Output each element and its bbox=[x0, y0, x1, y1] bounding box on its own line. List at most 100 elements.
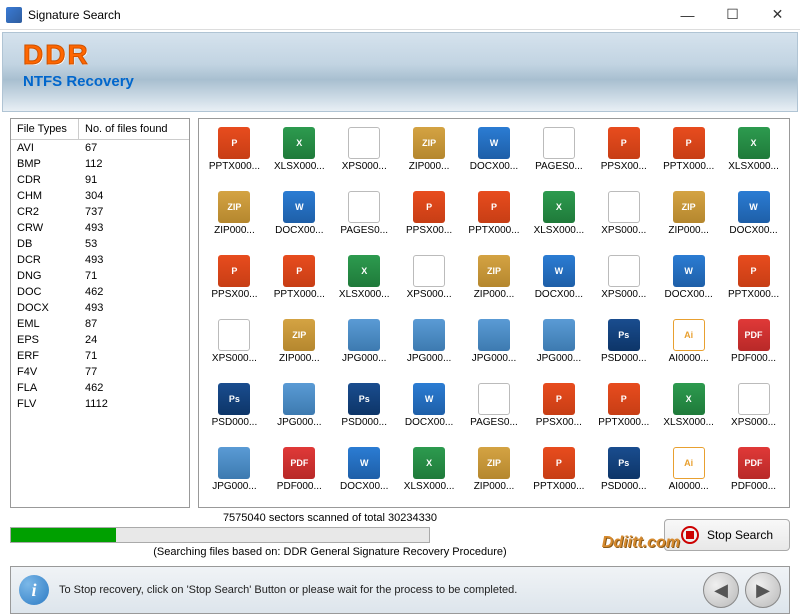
forward-button[interactable]: ▶ bbox=[745, 572, 781, 608]
file-item[interactable]: JPG000... bbox=[203, 447, 266, 507]
file-item[interactable]: ZIPZIP000... bbox=[268, 319, 331, 379]
file-item[interactable]: XPS000... bbox=[398, 255, 461, 315]
footer-bar: i To Stop recovery, click on 'Stop Searc… bbox=[10, 566, 790, 614]
file-item[interactable]: PAGES0... bbox=[463, 383, 526, 443]
file-item[interactable]: PPPSX00... bbox=[592, 127, 655, 187]
file-item[interactable]: XXLSX000... bbox=[657, 383, 720, 443]
file-label: PPTX000... bbox=[465, 225, 523, 236]
xps-icon bbox=[738, 383, 770, 415]
file-item[interactable]: PDFPDF000... bbox=[722, 319, 785, 379]
file-item[interactable]: XPS000... bbox=[203, 319, 266, 379]
file-item[interactable]: PDFPDF000... bbox=[722, 447, 785, 507]
file-item[interactable]: PPPTX000... bbox=[463, 191, 526, 251]
file-item[interactable]: PsPSD000... bbox=[592, 319, 655, 379]
pages-icon bbox=[348, 191, 380, 223]
file-item[interactable]: ZIPZIP000... bbox=[203, 191, 266, 251]
file-label: PPSX00... bbox=[595, 161, 653, 172]
file-label: PSD000... bbox=[335, 417, 393, 428]
psd-icon: Ps bbox=[608, 447, 640, 479]
file-item[interactable]: WDOCX00... bbox=[527, 255, 590, 315]
file-item[interactable]: XPS000... bbox=[333, 127, 396, 187]
file-item[interactable]: XPS000... bbox=[592, 255, 655, 315]
file-item[interactable]: JPG000... bbox=[527, 319, 590, 379]
file-label: XLSX000... bbox=[270, 161, 328, 172]
table-row[interactable]: EML87 bbox=[11, 316, 189, 332]
docx-icon: W bbox=[478, 127, 510, 159]
file-item[interactable]: XXLSX000... bbox=[527, 191, 590, 251]
header-file-types[interactable]: File Types bbox=[11, 119, 79, 139]
file-item[interactable]: PPPSX00... bbox=[203, 255, 266, 315]
table-row[interactable]: DOC462 bbox=[11, 284, 189, 300]
file-item[interactable]: XPS000... bbox=[722, 383, 785, 443]
file-item[interactable]: WDOCX00... bbox=[722, 191, 785, 251]
file-item[interactable]: WDOCX00... bbox=[398, 383, 461, 443]
table-row[interactable]: CRW493 bbox=[11, 220, 189, 236]
file-item[interactable]: ZIPZIP000... bbox=[398, 127, 461, 187]
table-row[interactable]: CDR91 bbox=[11, 172, 189, 188]
table-row[interactable]: CR2737 bbox=[11, 204, 189, 220]
file-item[interactable]: PAGES0... bbox=[333, 191, 396, 251]
file-label: ZIP000... bbox=[465, 289, 523, 300]
table-row[interactable]: ERF71 bbox=[11, 348, 189, 364]
file-label: JPG000... bbox=[530, 353, 588, 364]
table-row[interactable]: FLV1112 bbox=[11, 396, 189, 412]
file-item[interactable]: JPG000... bbox=[268, 383, 331, 443]
table-row[interactable]: CHM304 bbox=[11, 188, 189, 204]
table-body[interactable]: AVI67BMP112CDR91CHM304CR2737CRW493DB53DC… bbox=[11, 140, 189, 507]
file-item[interactable]: PPPSX00... bbox=[527, 383, 590, 443]
file-item[interactable]: JPG000... bbox=[398, 319, 461, 379]
stop-search-button[interactable]: Stop Search bbox=[664, 519, 790, 551]
files-panel[interactable]: PPPTX000...XXLSX000...XPS000...ZIPZIP000… bbox=[198, 118, 790, 508]
file-item[interactable]: PPPSX00... bbox=[398, 191, 461, 251]
file-item[interactable]: WDOCX00... bbox=[463, 127, 526, 187]
file-item[interactable]: XXLSX000... bbox=[268, 127, 331, 187]
minimize-button[interactable]: — bbox=[665, 0, 710, 30]
file-item[interactable]: XPS000... bbox=[592, 191, 655, 251]
table-row[interactable]: DOCX493 bbox=[11, 300, 189, 316]
back-button[interactable]: ◀ bbox=[703, 572, 739, 608]
pptx-icon: P bbox=[283, 255, 315, 287]
ppsx-icon: P bbox=[543, 383, 575, 415]
file-item[interactable]: PPPTX000... bbox=[722, 255, 785, 315]
file-item[interactable]: PPPTX000... bbox=[203, 127, 266, 187]
header-count[interactable]: No. of files found bbox=[79, 119, 189, 139]
file-item[interactable]: PsPSD000... bbox=[203, 383, 266, 443]
table-row[interactable]: FLA462 bbox=[11, 380, 189, 396]
table-row[interactable]: F4V77 bbox=[11, 364, 189, 380]
file-item[interactable]: WDOCX00... bbox=[333, 447, 396, 507]
file-item[interactable]: PsPSD000... bbox=[333, 383, 396, 443]
file-item[interactable]: ZIPZIP000... bbox=[463, 447, 526, 507]
maximize-button[interactable]: ☐ bbox=[710, 0, 755, 30]
file-item[interactable]: XXLSX000... bbox=[333, 255, 396, 315]
file-item[interactable]: JPG000... bbox=[333, 319, 396, 379]
watermark: Ddiitt.com bbox=[602, 534, 680, 552]
file-label: PAGES0... bbox=[465, 417, 523, 428]
file-item[interactable]: AiAI0000... bbox=[657, 447, 720, 507]
file-item[interactable]: ZIPZIP000... bbox=[463, 255, 526, 315]
file-item[interactable]: WDOCX00... bbox=[268, 191, 331, 251]
docx-icon: W bbox=[543, 255, 575, 287]
close-button[interactable]: ✕ bbox=[755, 0, 800, 30]
file-label: DOCX00... bbox=[725, 225, 783, 236]
status-area: 7575040 sectors scanned of total 3023433… bbox=[0, 512, 800, 562]
table-row[interactable]: EPS24 bbox=[11, 332, 189, 348]
table-row[interactable]: DNG71 bbox=[11, 268, 189, 284]
file-item[interactable]: PPPTX000... bbox=[268, 255, 331, 315]
file-item[interactable]: PsPSD000... bbox=[592, 447, 655, 507]
file-item[interactable]: XXLSX000... bbox=[722, 127, 785, 187]
file-item[interactable]: WDOCX00... bbox=[657, 255, 720, 315]
file-item[interactable]: PDFPDF000... bbox=[268, 447, 331, 507]
table-row[interactable]: BMP112 bbox=[11, 156, 189, 172]
file-item[interactable]: PPPTX000... bbox=[592, 383, 655, 443]
table-row[interactable]: DB53 bbox=[11, 236, 189, 252]
pages-icon bbox=[543, 127, 575, 159]
table-row[interactable]: AVI67 bbox=[11, 140, 189, 156]
file-item[interactable]: ZIPZIP000... bbox=[657, 191, 720, 251]
file-item[interactable]: PPPTX000... bbox=[657, 127, 720, 187]
file-item[interactable]: XXLSX000... bbox=[398, 447, 461, 507]
file-item[interactable]: JPG000... bbox=[463, 319, 526, 379]
table-row[interactable]: DCR493 bbox=[11, 252, 189, 268]
file-item[interactable]: PPPTX000... bbox=[527, 447, 590, 507]
file-item[interactable]: PAGES0... bbox=[527, 127, 590, 187]
file-item[interactable]: AiAI0000... bbox=[657, 319, 720, 379]
